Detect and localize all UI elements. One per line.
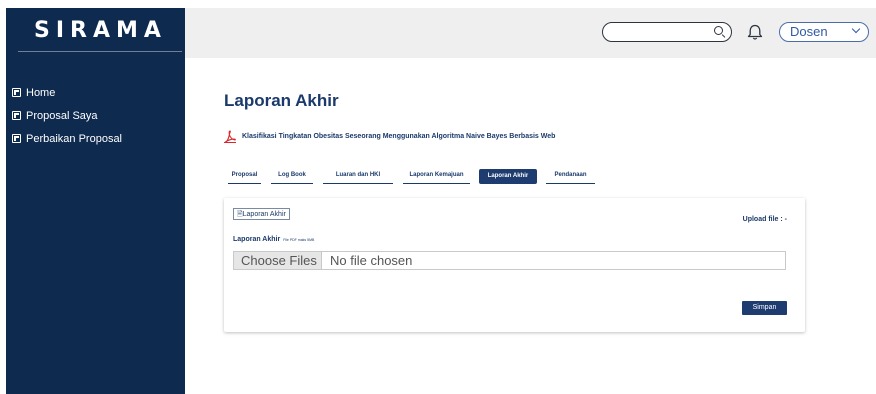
- choose-files-button[interactable]: Choose Files: [234, 252, 322, 269]
- upload-status: Upload file : -: [742, 216, 787, 223]
- field-label: Laporan Akhir File PDF maks 5MB: [233, 236, 314, 243]
- no-file-text: No file chosen: [330, 253, 413, 268]
- field-label-text: Laporan Akhir: [233, 236, 281, 243]
- file-link[interactable]: 🗎Laporan Akhir: [233, 208, 290, 220]
- sidebar-item-proposal-saya[interactable]: Proposal Saya: [12, 107, 182, 124]
- field-hint: File PDF maks 5MB: [283, 238, 315, 242]
- document-title: Klasifikasi Tingkatan Obesitas Seseorang…: [242, 133, 556, 140]
- file-input[interactable]: Choose Files No file chosen: [233, 251, 786, 270]
- top-bar: Dosen: [185, 8, 876, 58]
- sidebar-item-label: Home: [26, 86, 56, 99]
- brand-logo: SIRAMA: [34, 18, 167, 43]
- page-icon: [12, 134, 21, 143]
- save-button[interactable]: Simpan: [742, 301, 787, 315]
- sidebar-item-label: Proposal Saya: [26, 109, 98, 122]
- sidebar-item-label: Perbaikan Proposal: [26, 132, 123, 145]
- tab-laporan-akhir[interactable]: Laporan Akhir: [479, 169, 537, 184]
- sidebar-item-perbaikan-proposal[interactable]: Perbaikan Proposal: [12, 130, 182, 147]
- sidebar: SIRAMA Home Proposal Saya Perbaikan Prop…: [6, 8, 185, 394]
- role-select[interactable]: Dosen: [779, 22, 869, 42]
- chevron-down-icon: [851, 24, 861, 34]
- search-icon[interactable]: [714, 26, 723, 35]
- upload-card: 🗎Laporan Akhir Upload file : - Laporan A…: [224, 198, 805, 332]
- app-frame: SIRAMA Home Proposal Saya Perbaikan Prop…: [0, 0, 876, 394]
- tab-laporan-kemajuan[interactable]: Laporan Kemajuan: [403, 169, 470, 184]
- bell-icon[interactable]: [747, 24, 763, 41]
- sidebar-nav: Home Proposal Saya Perbaikan Proposal: [12, 84, 182, 153]
- role-select-value: Dosen: [790, 24, 828, 39]
- sidebar-item-home[interactable]: Home: [12, 84, 182, 101]
- tab-log-book[interactable]: Log Book: [271, 169, 313, 184]
- tab-proposal[interactable]: Proposal: [228, 169, 261, 184]
- brand-divider: [18, 51, 182, 52]
- tab-pendanaan[interactable]: Pendanaan: [546, 169, 595, 184]
- file-link-label: Laporan Akhir: [242, 211, 286, 218]
- page-icon: [12, 88, 21, 97]
- search-input[interactable]: [602, 22, 732, 42]
- page-icon: [12, 111, 21, 120]
- page-title: Laporan Akhir: [224, 91, 339, 110]
- pdf-icon: [224, 130, 236, 143]
- tab-luaran-dan-hki[interactable]: Luaran dan HKI: [323, 169, 393, 184]
